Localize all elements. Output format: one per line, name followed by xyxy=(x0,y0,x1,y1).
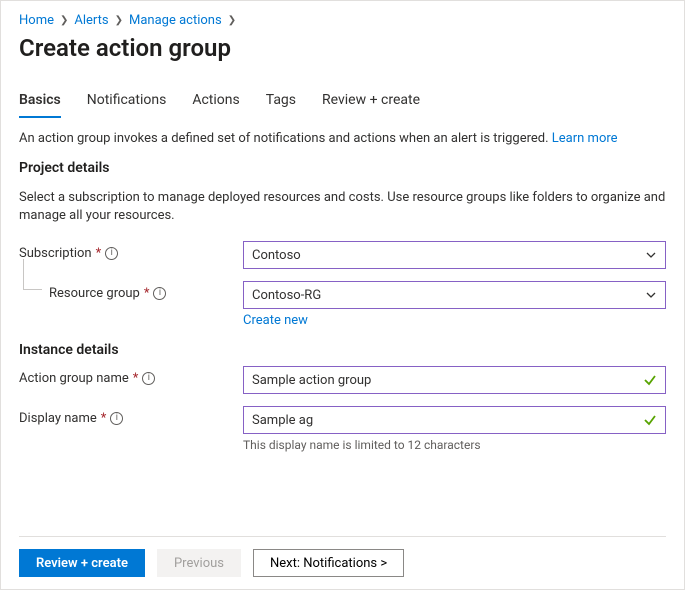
tab-tags[interactable]: Tags xyxy=(266,86,296,118)
tab-actions[interactable]: Actions xyxy=(192,86,239,118)
section-project-details: Project details xyxy=(19,160,666,176)
display-name-label-text: Display name xyxy=(19,411,97,426)
tab-review-create[interactable]: Review + create xyxy=(322,86,420,118)
project-helper-text: Select a subscription to manage deployed… xyxy=(19,189,666,225)
info-icon[interactable]: i xyxy=(105,247,118,260)
learn-more-link[interactable]: Learn more xyxy=(552,131,618,146)
info-icon[interactable]: i xyxy=(110,412,123,425)
required-asterisk: * xyxy=(144,286,150,301)
action-group-name-label-text: Action group name xyxy=(19,371,129,386)
display-name-label: Display name * i xyxy=(19,406,243,426)
intro-body: An action group invokes a defined set of… xyxy=(19,131,552,146)
footer: Review + create Previous Next: Notificat… xyxy=(19,536,666,589)
checkmark-icon xyxy=(643,373,657,387)
resource-group-value: Contoso-RG xyxy=(252,288,321,303)
checkmark-icon xyxy=(643,413,657,427)
create-new-link[interactable]: Create new xyxy=(243,313,308,328)
tabs: Basics Notifications Actions Tags Review… xyxy=(19,86,666,119)
review-create-button[interactable]: Review + create xyxy=(19,549,145,577)
tab-notifications[interactable]: Notifications xyxy=(87,86,167,118)
display-name-input[interactable]: Sample ag xyxy=(243,406,666,434)
breadcrumb-alerts[interactable]: Alerts xyxy=(74,13,108,28)
action-group-name-label: Action group name * i xyxy=(19,366,243,386)
previous-button: Previous xyxy=(157,549,241,577)
chevron-right-icon: ❯ xyxy=(115,15,123,26)
page-title: Create action group xyxy=(19,34,666,62)
resource-group-select[interactable]: Contoso-RG xyxy=(243,281,666,309)
action-group-name-input[interactable]: Sample action group xyxy=(243,366,666,394)
resource-group-label: Resource group * i xyxy=(19,281,243,301)
subscription-value: Contoso xyxy=(252,248,301,263)
display-name-hint: This display name is limited to 12 chara… xyxy=(243,438,666,452)
chevron-down-icon xyxy=(645,289,657,301)
action-group-name-value: Sample action group xyxy=(252,373,371,388)
info-icon[interactable]: i xyxy=(142,372,155,385)
next-button[interactable]: Next: Notifications > xyxy=(253,549,404,577)
breadcrumb-manage-actions[interactable]: Manage actions xyxy=(129,13,222,28)
required-asterisk: * xyxy=(96,246,102,261)
required-asterisk: * xyxy=(101,411,107,426)
display-name-value: Sample ag xyxy=(252,413,313,428)
chevron-right-icon: ❯ xyxy=(60,15,68,26)
breadcrumb: Home ❯ Alerts ❯ Manage actions ❯ xyxy=(19,13,666,28)
chevron-down-icon xyxy=(645,249,657,261)
chevron-right-icon: ❯ xyxy=(228,15,236,26)
breadcrumb-home[interactable]: Home xyxy=(19,13,54,28)
tab-basics[interactable]: Basics xyxy=(19,86,61,118)
subscription-label: Subscription * i xyxy=(19,241,243,261)
subscription-select[interactable]: Contoso xyxy=(243,241,666,269)
resource-group-label-text: Resource group xyxy=(49,286,140,301)
intro-text: An action group invokes a defined set of… xyxy=(19,131,666,146)
section-instance-details: Instance details xyxy=(19,342,666,358)
required-asterisk: * xyxy=(133,371,139,386)
info-icon[interactable]: i xyxy=(153,287,166,300)
